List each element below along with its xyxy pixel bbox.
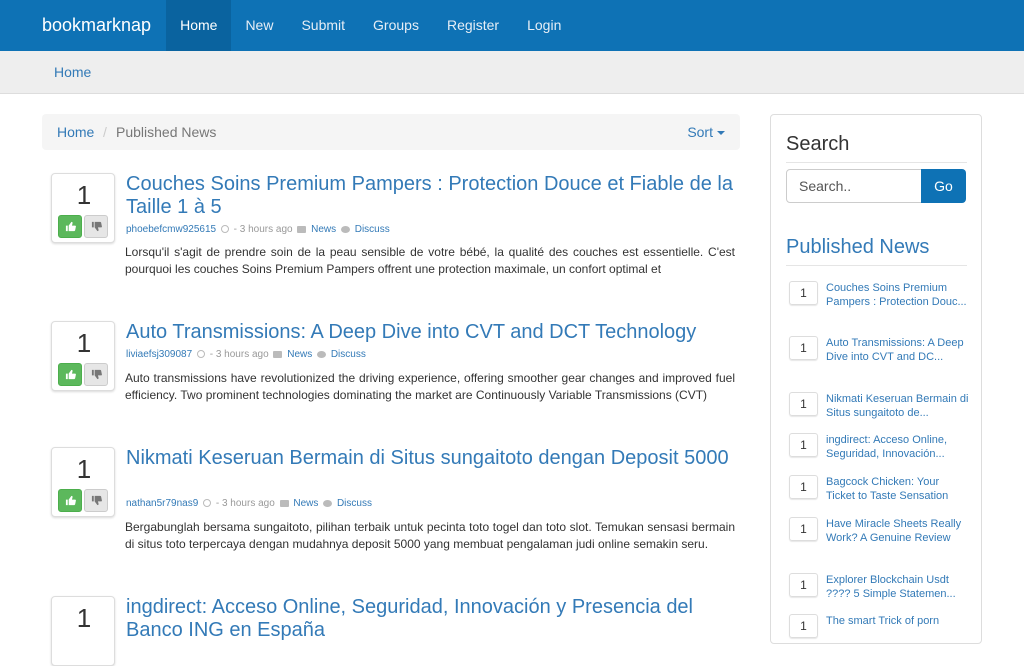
breadcrumb: Home / Published News Sort bbox=[42, 114, 740, 150]
caret-down-icon bbox=[717, 131, 725, 136]
nav-new[interactable]: New bbox=[231, 0, 287, 51]
story-title[interactable]: Couches Soins Premium Pampers : Protecti… bbox=[126, 173, 736, 219]
story-description: Lorsqu'il s'agit de prendre soin de la p… bbox=[125, 245, 735, 276]
sidebar-vote-count: 1 bbox=[789, 336, 818, 360]
story-category[interactable]: News bbox=[287, 349, 312, 360]
subbar-home-link[interactable]: Home bbox=[54, 64, 91, 80]
breadcrumb-home[interactable]: Home bbox=[57, 124, 94, 140]
sidebar-vote-count: 1 bbox=[789, 281, 818, 305]
thumbs-down-button[interactable] bbox=[84, 489, 108, 512]
story-discuss[interactable]: Discuss bbox=[331, 349, 366, 360]
vote-box: 1 bbox=[51, 596, 115, 666]
sidebar-news-title[interactable]: The smart Trick of porn bbox=[826, 615, 939, 627]
clock-icon bbox=[196, 350, 205, 359]
thumbs-down-icon bbox=[91, 495, 102, 506]
thumbs-up-button[interactable] bbox=[58, 215, 82, 238]
divider bbox=[786, 162, 967, 163]
divider bbox=[786, 265, 967, 266]
thumbs-down-button[interactable] bbox=[84, 215, 108, 238]
story-discuss[interactable]: Discuss bbox=[337, 498, 372, 509]
sort-dropdown[interactable]: Sort bbox=[687, 124, 725, 140]
sidebar-vote-count: 1 bbox=[789, 475, 818, 499]
thumbs-down-button[interactable] bbox=[84, 363, 108, 386]
sidebar-vote-count: 1 bbox=[789, 614, 818, 638]
thumbs-up-icon bbox=[65, 369, 76, 380]
published-news-heading[interactable]: Published News bbox=[786, 236, 929, 259]
thumbs-down-icon bbox=[91, 221, 102, 232]
comment-icon bbox=[340, 225, 350, 233]
sidebar-news-title[interactable]: Nikmati Keseruan Bermain di Situs sungai… bbox=[826, 393, 968, 419]
sidebar-news-item[interactable]: 1 Couches Soins Premium Pampers : Protect… bbox=[789, 281, 969, 309]
story-description: Auto transmissions have revolutionized t… bbox=[125, 371, 735, 402]
search-go-button[interactable]: Go bbox=[921, 169, 966, 203]
thumbs-up-button[interactable] bbox=[58, 363, 82, 386]
story-author[interactable]: nathan5r79nas9 bbox=[126, 498, 198, 509]
comment-icon bbox=[317, 350, 327, 358]
sidebar-news-title[interactable]: Couches Soins Premium Pampers : Protecti… bbox=[826, 282, 967, 308]
sort-label: Sort bbox=[687, 124, 713, 140]
clock-icon bbox=[203, 499, 212, 508]
folder-icon bbox=[297, 225, 307, 233]
sidebar-news-title[interactable]: Explorer Blockchain Usdt ???? 5 Simple S… bbox=[826, 574, 956, 600]
story-author[interactable]: phoebefcmw925615 bbox=[126, 224, 216, 235]
sidebar-news-title[interactable]: Bagcock Chicken: Your Ticket to Taste Se… bbox=[826, 476, 948, 502]
vote-count: 1 bbox=[76, 454, 92, 484]
search-heading: Search bbox=[786, 133, 850, 155]
sidebar-news-title[interactable]: ingdirect: Acceso Online, Seguridad, Inn… bbox=[826, 434, 947, 460]
sidebar-news-item[interactable]: 1 Nikmati Keseruan Bermain di Situs sunga… bbox=[789, 392, 969, 420]
brand-logo[interactable]: bookmarknap bbox=[27, 0, 166, 51]
nav-register[interactable]: Register bbox=[433, 0, 513, 51]
story-description: Bergabunglah bersama sungaitoto, pilihan… bbox=[125, 520, 735, 551]
story-title[interactable]: Auto Transmissions: A Deep Dive into CVT… bbox=[126, 321, 736, 344]
sidebar-panel: Search Search.. Go Published News 1 Couch… bbox=[770, 114, 982, 644]
thumbs-up-icon bbox=[65, 495, 76, 506]
story-time: - 3 hours ago bbox=[209, 349, 269, 360]
sidebar-vote-count: 1 bbox=[789, 392, 818, 416]
folder-icon bbox=[273, 350, 283, 358]
clock-icon bbox=[220, 225, 229, 234]
thumbs-down-icon bbox=[91, 369, 102, 380]
sub-navbar: Home bbox=[0, 51, 1024, 94]
thumbs-up-button[interactable] bbox=[58, 489, 82, 512]
sidebar-news-item[interactable]: 1 The smart Trick of porn bbox=[789, 614, 969, 638]
nav-home[interactable]: Home bbox=[166, 0, 232, 51]
vote-box: 1 bbox=[51, 173, 115, 243]
story-time: - 3 hours ago bbox=[233, 224, 293, 235]
vote-count: 1 bbox=[76, 603, 92, 633]
story-author[interactable]: liviaefsj309087 bbox=[126, 349, 192, 360]
sidebar-news-item[interactable]: 1 Auto Transmissions: A Deep Dive into CV… bbox=[789, 336, 969, 364]
story-meta: nathan5r79nas9 - 3 hours ago News Discus… bbox=[126, 498, 372, 509]
thumbs-up-icon bbox=[65, 221, 76, 232]
story-discuss[interactable]: Discuss bbox=[355, 224, 390, 235]
sidebar-vote-count: 1 bbox=[789, 573, 818, 597]
story-title[interactable]: ingdirect: Acceso Online, Seguridad, Inn… bbox=[126, 596, 736, 642]
vote-count: 1 bbox=[76, 328, 92, 358]
sidebar-news-item[interactable]: 1 Have Miracle Sheets Really Work? A Genu… bbox=[789, 517, 969, 545]
comment-icon bbox=[323, 499, 333, 507]
story-meta: phoebefcmw925615 - 3 hours ago News Disc… bbox=[126, 224, 390, 235]
folder-icon bbox=[279, 499, 289, 507]
nav-login[interactable]: Login bbox=[513, 0, 575, 51]
sidebar-news-title[interactable]: Auto Transmissions: A Deep Dive into CVT… bbox=[826, 337, 964, 363]
sidebar-news-title[interactable]: Have Miracle Sheets Really Work? A Genui… bbox=[826, 518, 961, 544]
breadcrumb-current: Published News bbox=[116, 124, 217, 140]
sidebar-vote-count: 1 bbox=[789, 433, 818, 457]
story-category[interactable]: News bbox=[293, 498, 318, 509]
story-category[interactable]: News bbox=[311, 224, 336, 235]
sidebar-news-item[interactable]: 1 Bagcock Chicken: Your Ticket to Taste S… bbox=[789, 475, 969, 503]
vote-box: 1 bbox=[51, 447, 115, 517]
sidebar-news-item[interactable]: 1 Explorer Blockchain Usdt ???? 5 Simple … bbox=[789, 573, 969, 601]
sidebar-vote-count: 1 bbox=[789, 517, 818, 541]
nav-groups[interactable]: Groups bbox=[359, 0, 433, 51]
vote-box: 1 bbox=[51, 321, 115, 391]
story-time: - 3 hours ago bbox=[215, 498, 275, 509]
top-navbar: bookmarknap Home New Submit Groups Regis… bbox=[0, 0, 1024, 51]
story-title[interactable]: Nikmati Keseruan Bermain di Situs sungai… bbox=[126, 447, 736, 470]
breadcrumb-separator: / bbox=[103, 124, 107, 140]
search-input[interactable]: Search.. bbox=[786, 169, 922, 203]
sidebar-news-item[interactable]: 1 ingdirect: Acceso Online, Seguridad, In… bbox=[789, 433, 969, 461]
vote-count: 1 bbox=[76, 180, 92, 210]
nav-submit[interactable]: Submit bbox=[287, 0, 359, 51]
story-meta: liviaefsj309087 - 3 hours ago News Discu… bbox=[126, 349, 366, 360]
